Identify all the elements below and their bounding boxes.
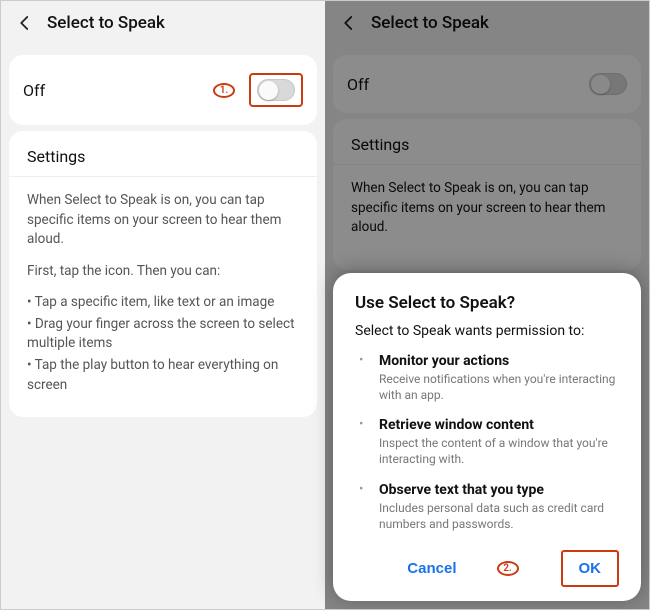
annotation-outline-toggle (249, 73, 303, 107)
left-pane: Select to Speak Off 1. Settings When Sel… (1, 1, 325, 609)
desc-paragraph-2: First, tap the icon. Then you can: (27, 262, 299, 282)
dialog-title: Use Select to Speak? (355, 293, 623, 313)
toggle-card: Off 1. (9, 55, 317, 125)
page-title: Select to Speak (47, 13, 165, 33)
permission-desc: Receive notifications when you're intera… (379, 371, 623, 403)
desc-paragraph-1: When Select to Speak is on, you can tap … (27, 191, 299, 250)
toggle-knob (259, 81, 278, 100)
permission-list: Monitor your actions Receive notificatio… (355, 353, 623, 532)
permission-item: Retrieve window content Inspect the cont… (369, 417, 623, 467)
annotation-marker-2: 2. (497, 561, 519, 576)
bullet-item: • Tap a specific item, like text or an i… (27, 293, 299, 313)
permission-title: Retrieve window content (379, 417, 623, 433)
bullet-list: • Tap a specific item, like text or an i… (27, 293, 299, 395)
permission-dialog: Use Select to Speak? Select to Speak wan… (333, 273, 641, 601)
toggle-switch[interactable] (257, 79, 295, 101)
header: Select to Speak (1, 1, 325, 49)
toggle-label: Off (23, 81, 45, 100)
permission-item: Monitor your actions Receive notificatio… (369, 353, 623, 403)
permission-desc: Includes personal data such as credit ca… (379, 500, 623, 532)
permission-title: Observe text that you type (379, 482, 623, 498)
settings-body: When Select to Speak is on, you can tap … (9, 177, 317, 401)
chevron-left-icon (16, 14, 34, 32)
bullet-item: • Drag your finger across the screen to … (27, 315, 299, 354)
toggle-row[interactable]: Off 1. (9, 55, 317, 125)
bullet-item: • Tap the play button to hear everything… (27, 356, 299, 395)
cancel-button[interactable]: Cancel (397, 552, 466, 585)
annotation-marker-1: 1. (213, 83, 235, 98)
ok-button[interactable]: OK (565, 554, 616, 583)
settings-heading[interactable]: Settings (9, 131, 317, 177)
dialog-actions: Cancel 2. OK (355, 546, 623, 587)
annotation-outline-ok: OK (561, 550, 620, 587)
permission-title: Monitor your actions (379, 353, 623, 369)
permission-desc: Inspect the content of a window that you… (379, 435, 623, 467)
permission-item: Observe text that you type Includes pers… (369, 482, 623, 532)
settings-card: Settings When Select to Speak is on, you… (9, 131, 317, 417)
right-pane: Select to Speak Off Settings When Select… (325, 1, 649, 609)
dialog-subtitle: Select to Speak wants permission to: (355, 323, 623, 339)
back-button[interactable] (13, 11, 37, 35)
